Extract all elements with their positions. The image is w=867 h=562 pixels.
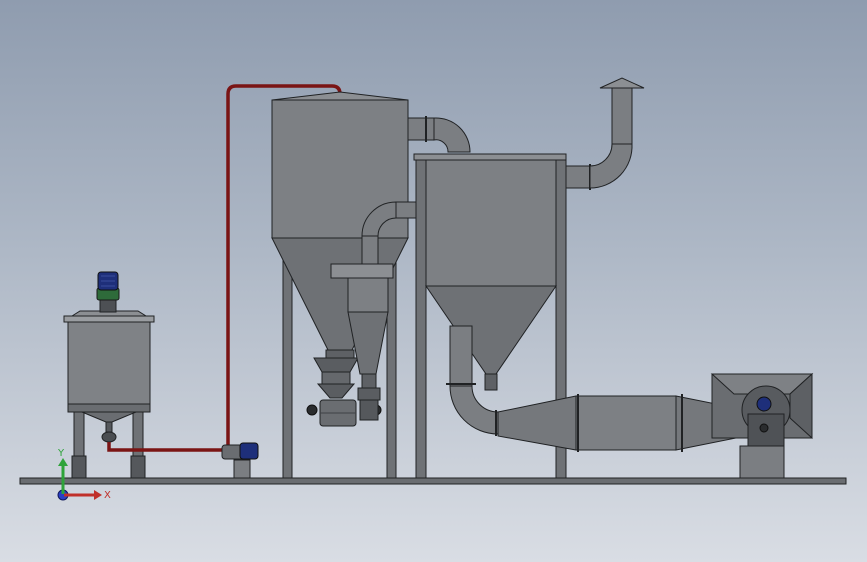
duct-down (449, 325, 473, 387)
silencer-body (575, 395, 677, 451)
tank-band (67, 403, 151, 413)
slurry-pipe (107, 442, 222, 452)
x-axis-label: X (104, 490, 111, 501)
x-axis-arrowhead-icon (94, 490, 102, 500)
y-axis-label: Y (57, 448, 65, 459)
silencer-inlet-transition (497, 395, 577, 451)
cyclone-bracket (330, 263, 394, 279)
tower-discharge-throat (321, 371, 351, 385)
filter-roof (413, 153, 567, 161)
pump-motor-icon (239, 442, 259, 460)
tank-leg-foot (130, 455, 146, 479)
filter-hopper (425, 285, 557, 375)
stack-rain-cap-icon (599, 77, 645, 89)
duct-horizontal (407, 117, 435, 141)
tower-discharge-cone (316, 383, 356, 399)
tank-outlet-pipe (105, 421, 113, 433)
duct-elbow (433, 117, 471, 153)
fan-base (739, 445, 785, 479)
tower-roof (271, 91, 409, 101)
ground-base (19, 477, 847, 485)
cyclone-valve-icon (357, 387, 381, 401)
cyclone-valve-body (359, 399, 379, 421)
exhaust-stack (565, 77, 645, 190)
stack-horizontal (565, 165, 591, 189)
pump-base (233, 459, 251, 479)
stack-elbow (589, 143, 633, 189)
cyclone-body (347, 277, 389, 313)
tank-rim (63, 315, 155, 323)
fan-motor-icon (756, 396, 772, 412)
tank-leg-foot (71, 455, 87, 479)
duct-bottom-elbow (449, 385, 499, 435)
feed-pump (221, 442, 259, 479)
cyclone-outlet (361, 373, 377, 389)
filter-body (425, 159, 557, 287)
stack-vertical (611, 87, 633, 145)
cad-viewport[interactable]: X Y (0, 0, 867, 562)
filter-hopper-outlet (484, 373, 498, 391)
tower-discharge (313, 357, 359, 373)
fan-bolt-icon (759, 423, 769, 433)
filter-leg (415, 155, 427, 479)
tank-shell (67, 319, 151, 413)
tower-cone-neck (325, 349, 355, 359)
tank-outlet-valve-icon (101, 431, 117, 443)
y-axis-arrowhead-icon (58, 458, 68, 466)
induced-draft-fan (710, 372, 814, 479)
tank-bottom-cone (81, 411, 137, 423)
tower-to-filter-duct (407, 116, 471, 153)
plant-assembly-drawing: X Y (19, 77, 847, 501)
rotary-valve-hub-icon (306, 404, 318, 416)
cyclone-inlet-vertical (361, 235, 379, 267)
